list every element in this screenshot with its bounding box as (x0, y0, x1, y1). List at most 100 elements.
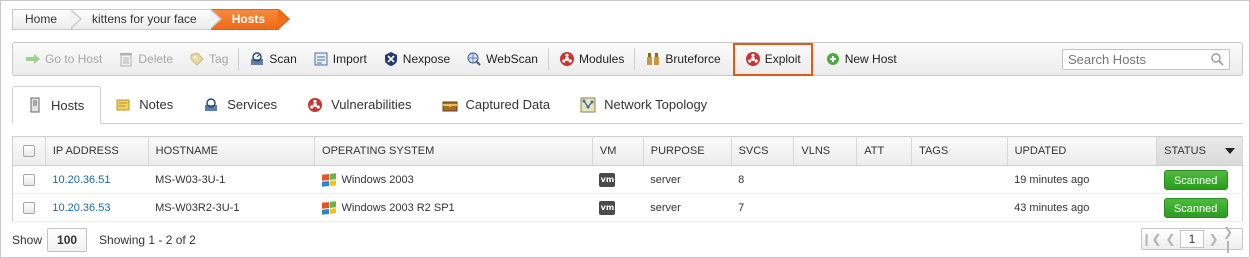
tab-hosts-label: Hosts (51, 97, 85, 113)
table-row[interactable]: 10.20.36.53 MS-W03R2-3U-1 Windows 2003 R… (12, 193, 1243, 222)
table-row[interactable]: 10.20.36.51 MS-W03-3U-1 Windows 2003 vm … (12, 165, 1243, 194)
biohazard-icon (559, 51, 575, 67)
server-icon (27, 97, 43, 113)
search-box (1062, 49, 1230, 70)
tab-services[interactable]: Services (189, 86, 293, 123)
tags-cell (911, 193, 1008, 222)
new-host-button[interactable]: New Host (817, 47, 905, 71)
row-checkbox[interactable] (23, 173, 36, 186)
tab-captured-data[interactable]: Captured Data (428, 86, 567, 123)
column-att[interactable]: ATT (856, 136, 913, 166)
go-to-host-button[interactable]: Go to Host (17, 47, 110, 71)
tab-vulnerabilities[interactable]: Vulnerabilities (293, 86, 427, 123)
prev-page-icon[interactable]: ❮ (1161, 229, 1180, 249)
column-tags[interactable]: TAGS (911, 136, 1008, 166)
current-page[interactable]: 1 (1180, 230, 1204, 248)
import-button[interactable]: Import (305, 47, 375, 71)
hostname-cell: MS-W03R2-3U-1 (148, 193, 315, 222)
row-select-cell (12, 193, 46, 222)
column-vlns[interactable]: VLNS (793, 136, 858, 166)
column-operating-system[interactable]: OPERATING SYSTEM (314, 136, 593, 166)
column-ip-address[interactable]: IP ADDRESS (45, 136, 149, 166)
services-icon (203, 97, 219, 113)
ip-cell: 10.20.36.53 (45, 193, 149, 222)
first-page-icon[interactable]: ❙❮ (1141, 229, 1161, 249)
svcs-cell: 8 (731, 165, 794, 194)
scan-label: Scan (269, 52, 297, 66)
search-input[interactable] (1068, 52, 1208, 67)
tab-notes-label: Notes (139, 97, 174, 112)
column-hostname[interactable]: HOSTNAME (148, 136, 316, 166)
delete-button[interactable]: Delete (110, 47, 181, 71)
tag-label: Tag (209, 52, 229, 66)
column-vm[interactable]: VM (592, 136, 644, 166)
app-frame: Home kittens for your face Hosts Go to H… (0, 0, 1250, 258)
row-checkbox[interactable] (23, 201, 36, 214)
pagination: ❙❮ ❮ 1 ❯ ❯❙ (1141, 225, 1243, 253)
os-label: Windows 2003 R2 SP1 (341, 201, 455, 214)
column-purpose[interactable]: PURPOSE (643, 136, 732, 166)
exploit-button[interactable]: Exploit (732, 42, 813, 76)
column-status-label: STATUS (1164, 145, 1206, 157)
toolbar: Go to Host Delete Tag Scan Import Nexpos… (12, 42, 1243, 76)
purpose-cell: server (643, 193, 732, 222)
webscan-button[interactable]: WebScan (458, 47, 546, 71)
network-topology-icon (580, 97, 596, 113)
ip-link[interactable]: 10.20.36.53 (52, 202, 110, 214)
breadcrumb-arrow (70, 9, 83, 29)
arrow-right-icon (25, 51, 41, 67)
tab-captured-data-label: Captured Data (465, 97, 551, 112)
column-status[interactable]: STATUS (1156, 136, 1243, 166)
toolbar-divider (238, 48, 240, 70)
column-svcs[interactable]: SVCS (731, 136, 795, 166)
updated-cell: 43 minutes ago (1007, 193, 1157, 222)
vlns-cell (793, 165, 857, 194)
ip-cell: 10.20.36.51 (45, 165, 149, 194)
select-all-checkbox[interactable] (22, 145, 35, 158)
vm-cell: vm (592, 165, 644, 194)
scan-icon (249, 51, 265, 67)
select-all-header (12, 136, 46, 166)
tab-hosts[interactable]: Hosts (12, 86, 102, 124)
os-cell: Windows 2003 (314, 165, 593, 194)
sort-desc-icon (1225, 148, 1235, 155)
status-badge[interactable]: Scanned (1163, 169, 1228, 190)
breadcrumb-arrow (278, 9, 291, 29)
os-cell: Windows 2003 R2 SP1 (314, 193, 593, 222)
delete-label: Delete (138, 52, 174, 66)
windows-icon (321, 200, 336, 215)
tags-cell (911, 165, 1008, 194)
svcs-cell: 7 (731, 193, 794, 222)
att-cell (856, 165, 912, 194)
ip-link[interactable]: 10.20.36.51 (52, 174, 110, 186)
biohazard-icon (307, 97, 323, 113)
page-size-select[interactable]: 100 (47, 228, 88, 252)
tag-icon (189, 51, 205, 67)
exploit-label: Exploit (764, 52, 801, 66)
breadcrumb-project[interactable]: kittens for your face (71, 9, 222, 30)
updated-cell: 19 minutes ago (1007, 165, 1157, 194)
status-badge[interactable]: Scanned (1163, 197, 1228, 218)
nexpose-button[interactable]: Nexpose (375, 47, 458, 71)
go-to-host-label: Go to Host (45, 52, 103, 66)
breadcrumb-home-label: Home (25, 12, 58, 26)
column-updated[interactable]: UPDATED (1007, 136, 1158, 166)
vm-icon: vm (599, 200, 616, 215)
tab-network-topology[interactable]: Network Topology (566, 86, 723, 123)
nexpose-icon (383, 51, 399, 67)
tab-vulnerabilities-label: Vulnerabilities (331, 97, 412, 112)
tag-button[interactable]: Tag (181, 47, 236, 71)
modules-button[interactable]: Modules (551, 47, 632, 71)
next-page-icon[interactable]: ❯ (1204, 229, 1223, 249)
scan-button[interactable]: Scan (241, 47, 304, 71)
status-cell: Scanned (1156, 193, 1243, 222)
bruteforce-button[interactable]: Bruteforce (637, 47, 728, 71)
row-select-cell (12, 165, 46, 194)
bruteforce-label: Bruteforce (665, 52, 721, 66)
search-icon[interactable] (1211, 53, 1224, 69)
breadcrumb-home[interactable]: Home (12, 9, 83, 30)
last-page-icon[interactable]: ❯❙ (1223, 225, 1242, 253)
windows-icon (321, 172, 336, 187)
toolbar-divider (634, 48, 636, 70)
tab-notes[interactable]: Notes (101, 86, 189, 123)
